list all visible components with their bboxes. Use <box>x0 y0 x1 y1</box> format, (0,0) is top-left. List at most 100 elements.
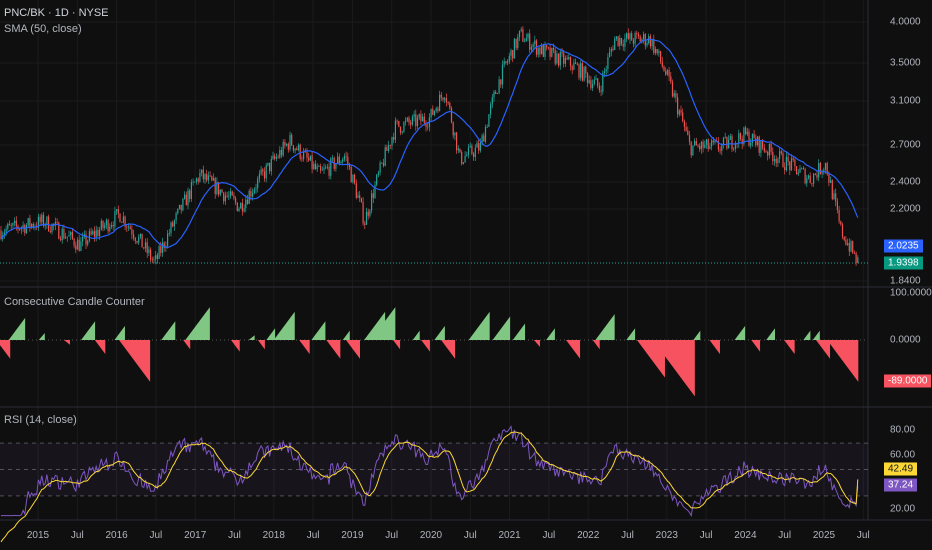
candle <box>364 223 366 225</box>
candle <box>634 33 636 44</box>
candle <box>178 204 181 209</box>
candle <box>190 181 192 199</box>
candle <box>275 156 277 159</box>
candle <box>501 64 504 85</box>
candle <box>746 131 748 135</box>
candle <box>573 62 575 70</box>
candle <box>726 137 728 149</box>
candle <box>471 145 473 154</box>
candle <box>184 194 186 199</box>
candle <box>569 57 572 67</box>
candle <box>262 169 264 172</box>
time-axis-label: Jul <box>542 530 556 541</box>
candle <box>320 166 322 171</box>
candle <box>598 86 600 91</box>
time-axis-label: Jul <box>228 530 241 541</box>
rsi-value-badge: 37.24 <box>884 478 918 492</box>
candle <box>753 133 755 139</box>
candle <box>342 159 344 162</box>
candle <box>401 131 403 133</box>
candle <box>177 208 179 214</box>
ccc-title[interactable]: Consecutive Candle Counter <box>4 296 145 308</box>
candle <box>127 226 130 228</box>
candle <box>457 148 459 151</box>
candle <box>116 209 118 212</box>
candle <box>464 155 466 163</box>
time-axis-label: Jul <box>856 530 870 541</box>
candle <box>82 236 84 242</box>
candle <box>711 140 713 147</box>
ccc-down-triangle <box>751 340 761 352</box>
candle <box>328 166 330 176</box>
candle <box>122 216 124 223</box>
candle <box>643 34 645 40</box>
candle <box>637 34 640 37</box>
candle <box>29 218 31 228</box>
candle <box>408 117 410 123</box>
candle <box>850 241 852 252</box>
candle <box>546 45 548 48</box>
candle <box>612 48 614 50</box>
candle <box>71 231 73 239</box>
candle <box>105 220 107 226</box>
symbol-title: PNC/BK · 1D · NYSE <box>4 7 109 19</box>
candle <box>670 76 672 82</box>
candle <box>804 168 806 184</box>
candle <box>600 90 602 92</box>
ccc-down-triangle <box>441 340 456 359</box>
candle <box>267 162 269 166</box>
candle <box>265 165 267 179</box>
candle <box>697 145 699 147</box>
ccc-down-triangle <box>183 340 191 350</box>
candle <box>250 190 252 197</box>
candle <box>855 253 857 264</box>
time-axis-label: Jul <box>149 530 163 541</box>
candle <box>814 173 816 175</box>
candle <box>779 151 781 159</box>
candle <box>668 70 670 77</box>
candle <box>627 33 629 39</box>
candle <box>525 38 527 42</box>
sma-legend[interactable]: SMA (50, close) <box>4 23 82 35</box>
candle <box>500 79 502 85</box>
candle <box>518 30 521 37</box>
candle <box>768 143 770 156</box>
candle <box>707 139 709 149</box>
candle <box>597 78 599 87</box>
candle <box>835 193 837 202</box>
chart-canvas[interactable] <box>0 0 932 550</box>
rsi-ma-badge: 42.49 <box>884 462 918 476</box>
candle <box>56 222 58 223</box>
candle <box>76 239 79 250</box>
candle <box>90 231 92 235</box>
candle <box>665 71 667 75</box>
candle <box>151 259 153 261</box>
candle <box>155 255 157 260</box>
candle <box>260 169 262 175</box>
candle <box>561 52 563 54</box>
candle <box>326 166 328 168</box>
candle <box>603 71 606 73</box>
candle <box>422 116 424 122</box>
candle <box>131 229 133 235</box>
ccc-up-triangle <box>492 316 511 340</box>
candle <box>432 108 434 115</box>
candle <box>325 167 327 169</box>
candle <box>209 175 211 177</box>
candle <box>688 135 691 142</box>
candle <box>139 233 141 238</box>
candle <box>512 50 514 59</box>
candle <box>291 134 293 146</box>
candle <box>620 38 623 45</box>
candle <box>279 149 281 158</box>
candle <box>93 231 96 237</box>
candle <box>541 44 543 55</box>
candle <box>799 168 801 173</box>
rsi-title[interactable]: RSI (14, close) <box>4 414 77 426</box>
candle <box>626 33 628 39</box>
candle <box>792 158 794 160</box>
candle <box>551 47 553 57</box>
candle <box>350 166 352 183</box>
candle <box>148 249 150 253</box>
ccc-up-triangle <box>734 325 746 340</box>
